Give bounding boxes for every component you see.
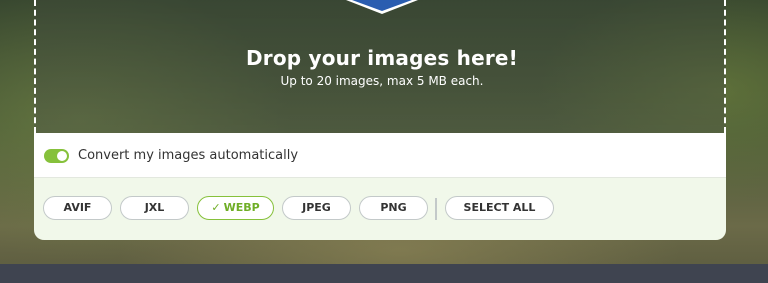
format-png-button[interactable]: PNG xyxy=(359,196,428,220)
format-label: JPEG xyxy=(302,201,331,214)
format-selector: AVIF JXL ✓ WEBP JPEG PNG SELECT ALL xyxy=(34,178,726,240)
select-all-label: SELECT ALL xyxy=(463,201,536,214)
auto-convert-row: Convert my images automatically xyxy=(34,133,726,178)
format-divider xyxy=(435,198,437,220)
format-jxl-button[interactable]: JXL xyxy=(120,196,189,220)
format-label: JXL xyxy=(144,201,165,214)
drop-title: Drop your images here! xyxy=(245,46,519,70)
upload-card: Drop your images here! Up to 20 images, … xyxy=(34,0,726,240)
format-avif-button[interactable]: AVIF xyxy=(43,196,112,220)
format-label: AVIF xyxy=(63,201,92,214)
format-jpeg-button[interactable]: JPEG xyxy=(282,196,351,220)
dropzone[interactable]: Drop your images here! Up to 20 images, … xyxy=(34,0,726,133)
auto-convert-label: Convert my images automatically xyxy=(78,148,299,163)
shield-logo-icon xyxy=(346,0,418,14)
format-label: PNG xyxy=(380,201,407,214)
format-webp-button[interactable]: ✓ WEBP xyxy=(197,196,274,220)
select-all-button[interactable]: SELECT ALL xyxy=(445,196,554,220)
footer-bar xyxy=(0,264,768,283)
check-icon: ✓ xyxy=(211,201,221,214)
toggle-knob xyxy=(57,151,67,161)
drop-subtitle: Up to 20 images, max 5 MB each. xyxy=(280,74,484,88)
format-label: WEBP xyxy=(223,201,260,214)
auto-convert-toggle[interactable] xyxy=(44,149,69,163)
